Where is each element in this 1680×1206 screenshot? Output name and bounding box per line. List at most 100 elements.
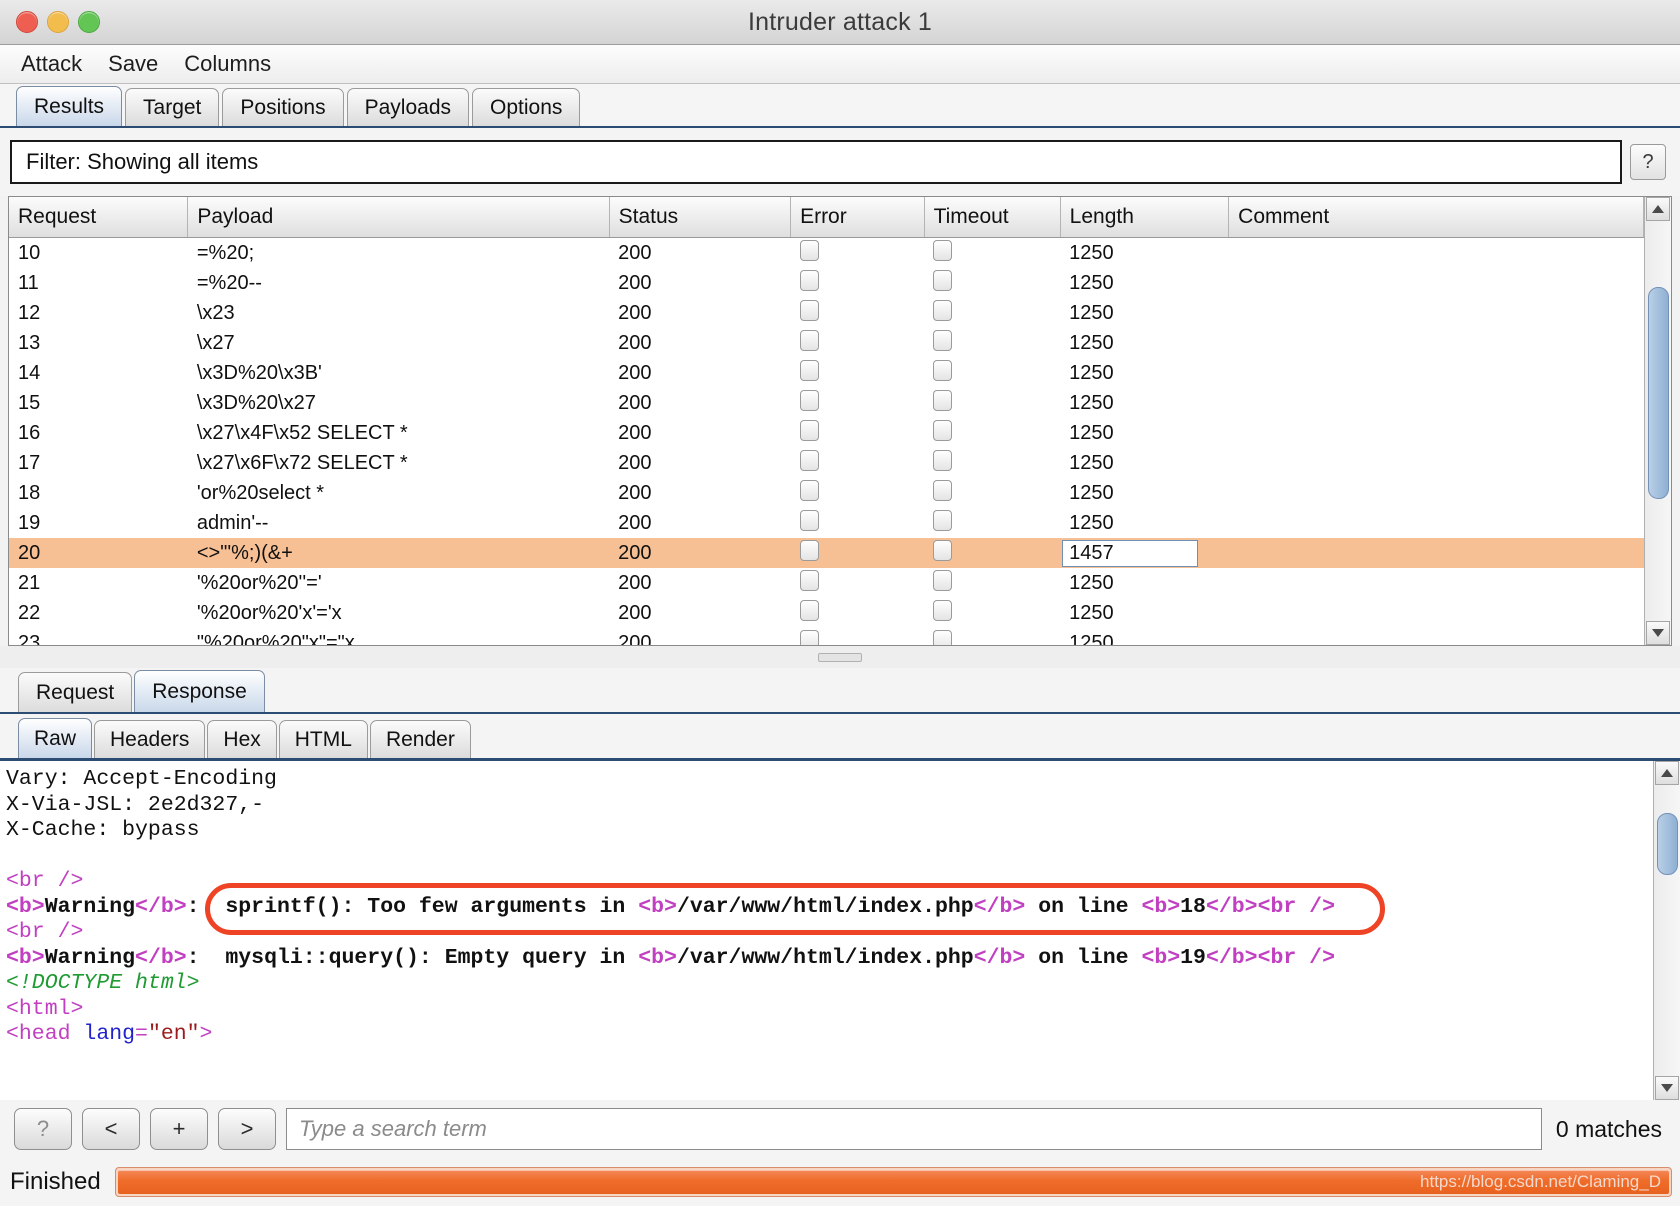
timeout-checkbox[interactable] bbox=[933, 419, 953, 441]
error-checkbox[interactable] bbox=[799, 569, 819, 591]
message-tab-strip: Request Response bbox=[0, 668, 1680, 714]
tab-hex[interactable]: Hex bbox=[207, 720, 277, 758]
search-next-button[interactable]: > bbox=[218, 1108, 276, 1150]
table-header-row: Request Payload Status Error Timeout Len… bbox=[9, 197, 1644, 238]
timeout-checkbox[interactable] bbox=[933, 449, 953, 471]
cell-request: 19 bbox=[18, 511, 41, 534]
timeout-checkbox[interactable] bbox=[933, 299, 953, 321]
table-row[interactable]: 10 =%20; 200 1250 bbox=[9, 238, 1644, 269]
tab-results[interactable]: Results bbox=[16, 86, 123, 126]
col-header-payload[interactable]: Payload bbox=[187, 197, 610, 238]
timeout-checkbox[interactable] bbox=[933, 539, 953, 561]
response-scroll-thumb[interactable] bbox=[1657, 813, 1678, 875]
error-checkbox[interactable] bbox=[799, 269, 819, 291]
col-header-length[interactable]: Length bbox=[1060, 197, 1230, 238]
error-checkbox[interactable] bbox=[799, 479, 819, 501]
tab-response[interactable]: Response bbox=[134, 670, 265, 712]
cell-length: 1250 bbox=[1060, 388, 1229, 418]
filter-row: Filter: Showing all items ? bbox=[0, 128, 1680, 196]
timeout-checkbox[interactable] bbox=[933, 329, 953, 351]
error-checkbox[interactable] bbox=[799, 539, 819, 561]
error-checkbox[interactable] bbox=[799, 629, 819, 645]
timeout-checkbox[interactable] bbox=[933, 479, 953, 501]
cell-length: 1250 bbox=[1060, 328, 1229, 358]
error-checkbox[interactable] bbox=[799, 509, 819, 531]
tab-positions[interactable]: Positions bbox=[222, 88, 344, 126]
timeout-checkbox[interactable] bbox=[933, 629, 953, 645]
tab-html[interactable]: HTML bbox=[278, 720, 368, 758]
table-row[interactable]: 19 admin'-- 200 1250 bbox=[9, 508, 1644, 538]
tab-render[interactable]: Render bbox=[369, 720, 471, 758]
filter-bar[interactable]: Filter: Showing all items bbox=[10, 140, 1622, 184]
table-row[interactable]: 11 =%20-- 200 1250 bbox=[9, 268, 1644, 298]
error-checkbox[interactable] bbox=[799, 449, 819, 471]
cell-status: 200 bbox=[618, 631, 652, 646]
response-scroll-up-icon[interactable] bbox=[1655, 761, 1679, 785]
search-help-button[interactable]: ? bbox=[14, 1108, 72, 1150]
response-raw-text[interactable]: Vary: Accept-Encoding X-Via-JSL: 2e2d327… bbox=[0, 761, 1653, 1100]
cell-payload: '%20or%20''=' bbox=[196, 571, 322, 594]
filter-help-button[interactable]: ? bbox=[1630, 144, 1666, 180]
search-prev-button[interactable]: < bbox=[82, 1108, 140, 1150]
timeout-checkbox[interactable] bbox=[933, 359, 953, 381]
table-row[interactable]: 15 \x3D%20\x27 200 1250 bbox=[9, 388, 1644, 418]
error-checkbox[interactable] bbox=[799, 359, 819, 381]
timeout-checkbox[interactable] bbox=[933, 569, 953, 591]
table-row[interactable]: 23 "%20or%20"x"="x 200 1250 bbox=[9, 628, 1644, 645]
cell-payload: =%20; bbox=[196, 241, 255, 264]
scroll-up-icon[interactable] bbox=[1646, 197, 1670, 221]
cell-status: 200 bbox=[609, 538, 791, 568]
tab-raw[interactable]: Raw bbox=[18, 718, 93, 758]
scroll-down-icon[interactable] bbox=[1646, 621, 1670, 645]
tab-options[interactable]: Options bbox=[472, 88, 581, 126]
table-row[interactable]: 20 <>"'%;)(&+ 200 1457 bbox=[9, 538, 1644, 568]
error-checkbox[interactable] bbox=[799, 299, 819, 321]
error-checkbox[interactable] bbox=[799, 389, 819, 411]
table-row[interactable]: 14 \x3D%20\x3B' 200 1250 bbox=[9, 358, 1644, 388]
col-header-timeout[interactable]: Timeout bbox=[924, 197, 1061, 238]
col-header-status[interactable]: Status bbox=[609, 197, 792, 238]
error-checkbox[interactable] bbox=[799, 329, 819, 351]
table-row[interactable]: 13 \x27 200 1250 bbox=[9, 328, 1644, 358]
search-input[interactable]: Type a search term bbox=[286, 1108, 1542, 1150]
length-value: 1250 bbox=[1069, 631, 1114, 646]
tab-payloads[interactable]: Payloads bbox=[346, 88, 470, 126]
timeout-checkbox[interactable] bbox=[933, 389, 953, 411]
response-scroll-down-icon[interactable] bbox=[1655, 1076, 1679, 1100]
cell-error bbox=[791, 328, 925, 358]
error-checkbox[interactable] bbox=[799, 239, 819, 261]
response-vertical-scrollbar[interactable] bbox=[1653, 761, 1680, 1100]
tab-request[interactable]: Request bbox=[18, 672, 133, 712]
table-row[interactable]: 17 \x27\x6F\x72 SELECT * 200 1250 bbox=[9, 448, 1644, 478]
table-row[interactable]: 12 \x23 200 1250 bbox=[9, 298, 1644, 328]
table-row[interactable]: 16 \x27\x4F\x52 SELECT * 200 1250 bbox=[9, 418, 1644, 448]
error-checkbox[interactable] bbox=[799, 599, 819, 621]
col-header-comment[interactable]: Comment bbox=[1228, 197, 1644, 238]
view-tab-strip: Raw Headers Hex HTML Render bbox=[0, 714, 1680, 761]
table-row[interactable]: 18 'or%20select * 200 1250 bbox=[9, 478, 1644, 508]
menu-columns[interactable]: Columns bbox=[181, 49, 274, 79]
splitter-grip[interactable] bbox=[818, 652, 862, 662]
cell-timeout bbox=[924, 508, 1060, 538]
table-row[interactable]: 22 '%20or%20'x'='x 200 1250 bbox=[9, 598, 1644, 628]
cell-length: 1250 bbox=[1060, 478, 1229, 508]
menu-save[interactable]: Save bbox=[105, 49, 161, 79]
timeout-checkbox[interactable] bbox=[933, 239, 953, 261]
col-header-request[interactable]: Request bbox=[9, 197, 189, 238]
cell-payload: =%20-- bbox=[196, 271, 262, 294]
panel-splitter[interactable] bbox=[0, 646, 1680, 668]
tab-headers[interactable]: Headers bbox=[94, 720, 206, 758]
search-add-button[interactable]: + bbox=[150, 1108, 208, 1150]
error-checkbox[interactable] bbox=[799, 419, 819, 441]
timeout-checkbox[interactable] bbox=[933, 509, 953, 531]
scroll-thumb[interactable] bbox=[1648, 287, 1669, 499]
results-vertical-scrollbar[interactable] bbox=[1644, 197, 1671, 645]
menu-attack[interactable]: Attack bbox=[18, 49, 85, 79]
cell-status: 200 bbox=[618, 271, 652, 294]
timeout-checkbox[interactable] bbox=[933, 599, 953, 621]
table-row[interactable]: 21 '%20or%20''=' 200 1250 bbox=[9, 568, 1644, 598]
length-value: 1250 bbox=[1069, 301, 1114, 324]
col-header-error[interactable]: Error bbox=[790, 197, 925, 238]
tab-target[interactable]: Target bbox=[125, 88, 220, 126]
timeout-checkbox[interactable] bbox=[933, 269, 953, 291]
